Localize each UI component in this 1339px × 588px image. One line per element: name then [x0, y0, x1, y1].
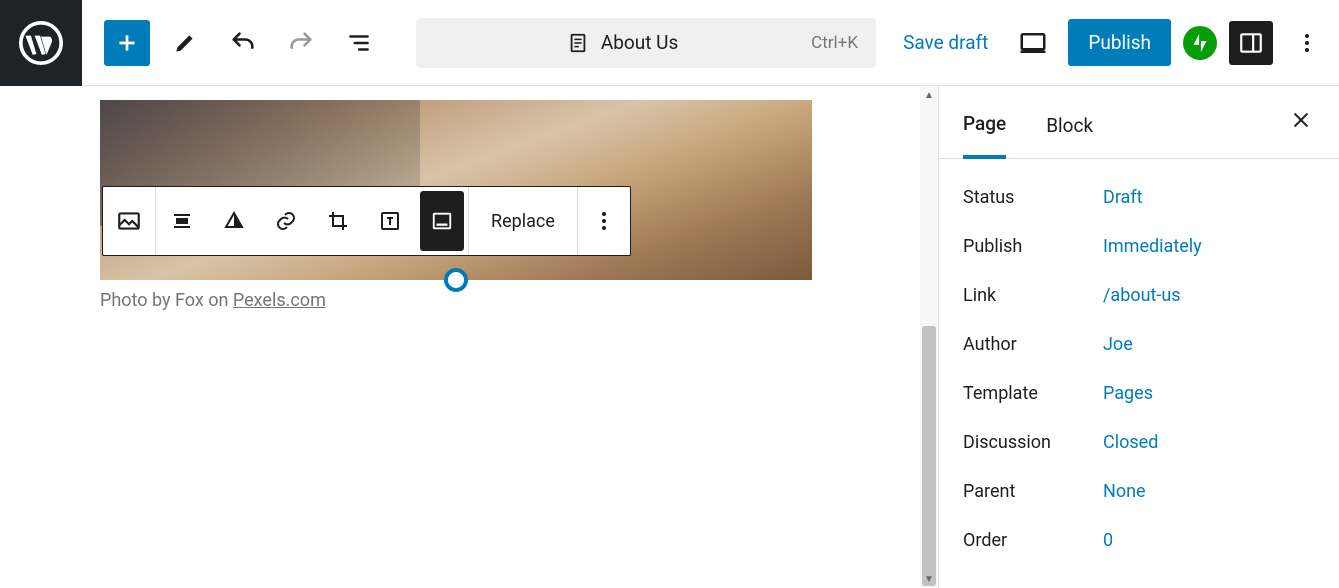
undo-icon — [229, 29, 257, 57]
more-vertical-icon — [592, 209, 616, 233]
row-template[interactable]: TemplatePages — [939, 369, 1339, 418]
plus-icon — [114, 30, 140, 56]
wordpress-logo[interactable] — [0, 0, 82, 86]
sidebar-body: StatusDraft PublishImmediately Link/abou… — [939, 159, 1339, 588]
label-status: Status — [963, 187, 1103, 208]
value-link[interactable]: /about-us — [1103, 285, 1181, 306]
value-order[interactable]: 0 — [1103, 530, 1113, 551]
toolbar-left — [82, 20, 382, 66]
scroll-up-icon[interactable]: ▲ — [920, 86, 938, 104]
tab-page[interactable]: Page — [963, 106, 1006, 159]
text-overlay-icon — [378, 209, 402, 233]
more-vertical-icon — [1295, 31, 1319, 55]
value-parent[interactable]: None — [1103, 481, 1146, 502]
link-button[interactable] — [260, 187, 312, 255]
duotone-icon — [222, 209, 246, 233]
page-icon — [567, 32, 589, 54]
replace-button[interactable]: Replace — [469, 187, 578, 255]
row-author[interactable]: AuthorJoe — [939, 320, 1339, 369]
editor-top-bar: About Us Ctrl+K Save draft Publish — [0, 0, 1339, 86]
save-draft-button[interactable]: Save draft — [893, 23, 998, 62]
value-author[interactable]: Joe — [1103, 334, 1133, 355]
sidebar-tabs: Page Block — [939, 86, 1339, 159]
block-type-button[interactable] — [103, 187, 155, 255]
add-block-button[interactable] — [104, 20, 150, 66]
document-title: About Us — [434, 31, 811, 54]
scroll-thumb[interactable] — [922, 326, 936, 586]
value-discussion[interactable]: Closed — [1103, 432, 1158, 453]
preview-button[interactable] — [1010, 20, 1056, 66]
resize-handle[interactable] — [444, 268, 468, 292]
document-overview-button[interactable] — [336, 20, 382, 66]
image-block-icon — [116, 208, 142, 234]
caption-link[interactable]: Pexels.com — [233, 290, 326, 311]
duotone-button[interactable] — [208, 187, 260, 255]
scroll-down-icon[interactable]: ▼ — [920, 570, 938, 588]
row-link[interactable]: Link/about-us — [939, 271, 1339, 320]
value-template[interactable]: Pages — [1103, 383, 1153, 404]
undo-button[interactable] — [220, 20, 266, 66]
options-button[interactable] — [1285, 21, 1329, 65]
label-parent: Parent — [963, 481, 1103, 502]
list-view-icon — [346, 30, 372, 56]
device-icon — [1018, 28, 1048, 58]
text-overlay-button[interactable] — [364, 187, 416, 255]
document-bar[interactable]: About Us Ctrl+K — [416, 18, 876, 68]
label-link: Link — [963, 285, 1103, 306]
editor-main: Photo by Fox on Pexels.com — [0, 86, 1339, 588]
tab-block[interactable]: Block — [1046, 108, 1093, 157]
close-icon — [1290, 109, 1312, 131]
edit-icon — [172, 30, 198, 56]
sidebar-icon — [1238, 30, 1264, 56]
link-icon — [274, 209, 298, 233]
wordpress-icon — [19, 21, 63, 65]
row-status[interactable]: StatusDraft — [939, 173, 1339, 222]
row-parent[interactable]: ParentNone — [939, 467, 1339, 516]
redo-button — [278, 20, 324, 66]
tools-button[interactable] — [162, 20, 208, 66]
row-order[interactable]: Order0 — [939, 516, 1339, 565]
canvas-scrollbar[interactable]: ▲ ▼ — [920, 86, 938, 588]
block-toolbar: Replace — [102, 186, 631, 256]
value-status[interactable]: Draft — [1103, 187, 1143, 208]
label-order: Order — [963, 530, 1103, 551]
document-title-text: About Us — [601, 31, 678, 54]
close-sidebar-button[interactable] — [1283, 102, 1319, 138]
crop-button[interactable] — [312, 187, 364, 255]
command-shortcut: Ctrl+K — [811, 33, 858, 53]
align-icon — [170, 209, 194, 233]
toolbar-right: Save draft Publish — [893, 19, 1339, 66]
label-template: Template — [963, 383, 1103, 404]
publish-button[interactable]: Publish — [1068, 19, 1171, 66]
value-publish[interactable]: Immediately — [1103, 236, 1202, 257]
jetpack-button[interactable] — [1183, 26, 1217, 60]
crop-icon — [326, 209, 350, 233]
label-discussion: Discussion — [963, 432, 1103, 453]
caption-button[interactable] — [420, 191, 464, 251]
image-caption[interactable]: Photo by Fox on Pexels.com — [100, 290, 938, 311]
caption-prefix: Photo by Fox on — [100, 290, 233, 311]
redo-icon — [287, 29, 315, 57]
settings-sidebar-toggle[interactable] — [1229, 21, 1273, 65]
caption-icon — [431, 210, 453, 232]
align-button[interactable] — [156, 187, 208, 255]
label-publish: Publish — [963, 236, 1103, 257]
block-more-button[interactable] — [578, 187, 630, 255]
row-publish[interactable]: PublishImmediately — [939, 222, 1339, 271]
canvas-wrap: Photo by Fox on Pexels.com — [0, 86, 938, 588]
row-discussion[interactable]: DiscussionClosed — [939, 418, 1339, 467]
settings-sidebar: Page Block StatusDraft PublishImmediatel… — [938, 86, 1339, 588]
label-author: Author — [963, 334, 1103, 355]
jetpack-icon — [1189, 32, 1211, 54]
